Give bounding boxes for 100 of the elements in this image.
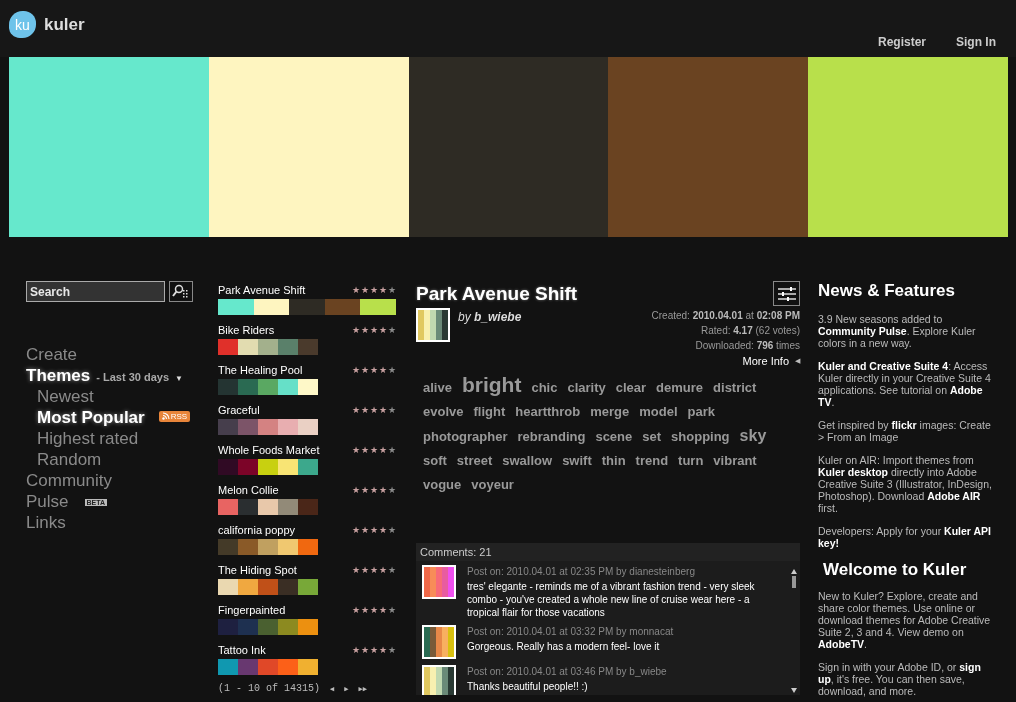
tag-link[interactable]: rebranding [517,425,586,449]
color-swatch[interactable] [218,619,238,635]
color-swatch[interactable] [258,459,278,475]
color-swatch[interactable] [298,579,318,595]
header-link[interactable]: Register [877,35,926,49]
color-swatch[interactable] [298,499,318,515]
color-swatch[interactable] [408,57,609,237]
tag-link[interactable]: heartthrob [515,400,581,424]
nav-link[interactable]: Most Popular [37,408,145,428]
color-swatch[interactable] [278,379,298,395]
tag-link[interactable]: shopping [671,425,730,449]
color-swatch[interactable] [238,539,258,555]
color-swatch[interactable] [298,539,318,555]
color-swatch[interactable] [238,619,258,635]
theme-name[interactable]: Melon Collie [218,484,279,496]
nav-link[interactable]: Pulse [26,492,69,512]
color-swatch[interactable] [238,339,258,355]
color-swatch[interactable] [608,57,809,237]
color-swatch[interactable] [360,299,396,315]
color-swatch[interactable] [278,499,298,515]
tag-link[interactable]: park [687,400,716,424]
tag-link[interactable]: vogue [423,473,462,497]
tag-link[interactable]: clear [615,376,647,400]
color-swatch[interactable] [218,459,238,475]
color-swatch[interactable] [218,339,238,355]
color-swatch[interactable] [9,57,209,237]
color-swatch[interactable] [278,579,298,595]
color-swatch[interactable] [298,419,318,435]
color-swatch[interactable] [218,379,238,395]
theme-thumbnail[interactable] [422,625,456,659]
theme-name[interactable]: Graceful [218,404,260,416]
color-swatch[interactable] [238,419,258,435]
search-field[interactable]: Search [26,281,165,302]
theme-name[interactable]: Whole Foods Market [218,444,320,456]
color-swatch[interactable] [278,659,298,675]
color-swatch[interactable] [298,659,318,675]
nav-link[interactable]: Newest [37,387,94,407]
tag-link[interactable]: demure [656,376,704,400]
tag-link[interactable]: turn [678,449,704,473]
theme-name[interactable]: california poppy [218,524,296,536]
tag-link[interactable]: vibrant [713,449,757,473]
theme-name[interactable]: Park Avenue Shift [218,284,306,296]
search-button[interactable] [169,281,193,302]
color-swatch[interactable] [258,619,278,635]
tag-link[interactable]: district [713,376,757,400]
tag-link[interactable]: scene [595,425,633,449]
color-swatch[interactable] [278,619,298,635]
theme-name[interactable]: The Hiding Spot [218,564,297,576]
tag-link[interactable]: street [456,449,493,473]
header-link[interactable]: Sign In [956,35,996,49]
theme-name[interactable]: Tattoo Ink [218,644,266,656]
theme-thumbnail[interactable] [422,565,456,599]
adjust-button[interactable] [773,281,800,306]
color-swatch[interactable] [808,57,1008,237]
more-info-link[interactable]: More Info [742,355,789,367]
tag-link[interactable]: photographer [423,425,508,449]
tag-link[interactable]: bright [461,373,522,397]
tag-link[interactable]: swift [562,449,592,473]
color-swatch[interactable] [258,539,278,555]
nav-link[interactable]: Create [26,345,78,365]
theme-name[interactable]: The Healing Pool [218,364,303,376]
caret-icon[interactable]: ▼ [175,374,183,383]
nav-link[interactable]: Themes [26,366,91,386]
color-swatch[interactable] [238,579,258,595]
color-swatch[interactable] [258,379,278,395]
nav-link[interactable]: Highest rated [37,429,139,449]
color-swatch[interactable] [289,299,325,315]
color-swatch[interactable] [278,539,298,555]
color-swatch[interactable] [238,499,258,515]
color-swatch[interactable] [298,459,318,475]
filter-label[interactable]: - Last 30 days [96,371,169,383]
color-swatch[interactable] [258,579,278,595]
tag-link[interactable]: soft [423,449,447,473]
nav-link[interactable]: Links [26,513,66,533]
tag-link[interactable]: sky [739,424,767,448]
tag-link[interactable]: voyeur [471,473,514,497]
color-swatch[interactable] [298,379,318,395]
color-swatch[interactable] [258,659,278,675]
tag-link[interactable]: chic [531,376,558,400]
logo-text[interactable]: kuler [44,14,85,35]
color-swatch[interactable] [218,579,238,595]
color-swatch[interactable] [218,539,238,555]
color-swatch[interactable] [298,339,318,355]
color-swatch[interactable] [218,299,254,315]
tag-link[interactable]: trend [635,449,669,473]
color-swatch[interactable] [218,659,238,675]
color-swatch[interactable] [278,459,298,475]
color-swatch[interactable] [278,419,298,435]
theme-name[interactable]: Bike Riders [218,324,275,336]
tag-link[interactable]: thin [601,449,626,473]
color-swatch[interactable] [238,659,258,675]
theme-name[interactable]: Fingerpainted [218,604,286,616]
color-swatch[interactable] [218,419,238,435]
tag-link[interactable]: merge [590,400,630,424]
tag-link[interactable]: set [642,425,662,449]
color-swatch[interactable] [253,299,290,315]
color-swatch[interactable] [278,339,298,355]
color-swatch[interactable] [238,459,258,475]
color-swatch[interactable] [258,339,278,355]
nav-link[interactable]: Community [26,471,112,491]
